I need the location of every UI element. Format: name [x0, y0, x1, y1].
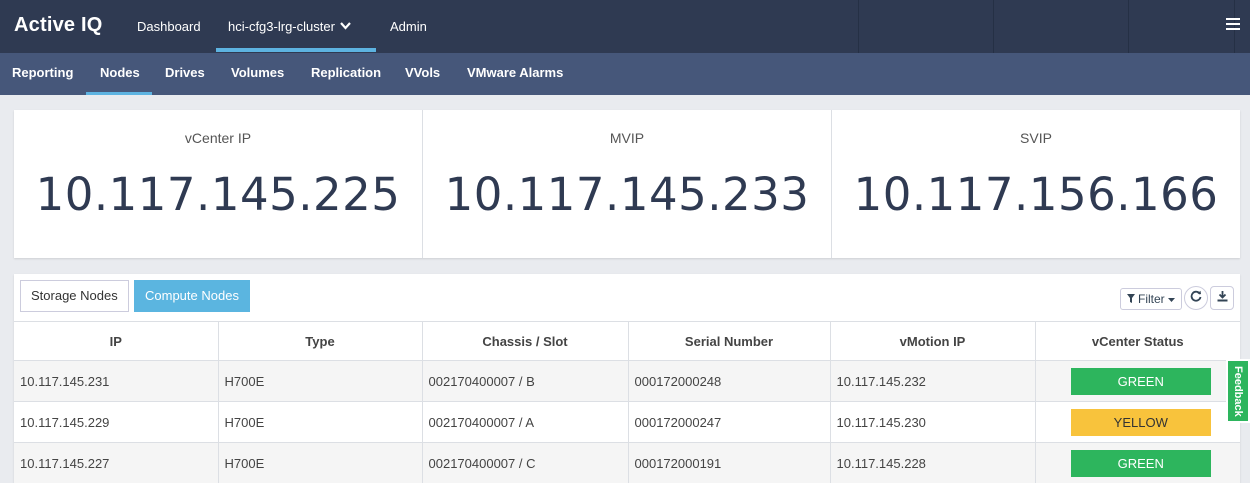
cell-vcenter-status: GREEN [1034, 360, 1240, 402]
column-header-vmotion-ip[interactable]: vMotion IP [829, 321, 1035, 361]
storage-nodes-tab[interactable]: Storage Nodes [20, 280, 129, 312]
nav-admin[interactable]: Admin [390, 0, 427, 53]
ip-label: SVIP [1020, 130, 1052, 146]
ip-label: MVIP [609, 130, 645, 146]
column-header-serial-number[interactable]: Serial Number [627, 321, 830, 361]
sub-nav: Reporting Nodes Drives Volumes Replicati… [0, 53, 1250, 95]
table-header-row: IP Type Chassis / Slot Serial Number vMo… [14, 321, 1240, 361]
column-header-chassis-slot[interactable]: Chassis / Slot [421, 321, 628, 361]
status-badge: GREEN [1070, 367, 1211, 395]
ip-card-mvip: MVIP 10.117.145.233 [423, 110, 832, 258]
compute-nodes-table: IP Type Chassis / Slot Serial Number vMo… [14, 321, 1240, 483]
filter-button[interactable]: Filter [1119, 288, 1182, 310]
ip-label: vCenter IP [184, 130, 252, 146]
ip-summary-panel: vCenter IP 10.117.145.225 MVIP 10.117.14… [14, 110, 1240, 258]
cell-vmotion-ip: 10.117.145.232 [829, 360, 1035, 402]
cell-vmotion-ip: 10.117.145.228 [829, 442, 1035, 483]
cell-vmotion-ip: 10.117.145.230 [829, 401, 1035, 443]
caret-down-icon [1168, 292, 1175, 306]
status-badge: GREEN [1070, 449, 1211, 477]
download-button[interactable] [1210, 286, 1234, 310]
cell-serial-number: 000172000247 [627, 401, 830, 443]
nav-dashboard[interactable]: Dashboard [137, 0, 201, 53]
app-title[interactable]: Active IQ [14, 14, 103, 37]
cluster-selector[interactable]: hci-cfg3-lrg-cluster [216, 0, 376, 53]
topbar-divider [1128, 0, 1129, 53]
table-row[interactable]: 10.117.145.231 H700E 002170400007 / B 00… [14, 360, 1240, 402]
table-row[interactable]: 10.117.145.229 H700E 002170400007 / A 00… [14, 401, 1240, 443]
cell-vcenter-status: YELLOW [1034, 401, 1240, 443]
ip-value: 10.117.145.233 [444, 168, 810, 221]
feedback-tab[interactable]: Feedback [1226, 359, 1250, 423]
tab-reporting[interactable]: Reporting [12, 53, 73, 95]
tab-nodes[interactable]: Nodes [86, 53, 152, 95]
tab-vvols[interactable]: VVols [405, 53, 440, 95]
cell-vcenter-status: GREEN [1034, 442, 1240, 483]
cell-ip: 10.117.145.229 [14, 401, 218, 443]
refresh-icon [1190, 290, 1202, 305]
filter-label: Filter [1137, 292, 1165, 306]
status-badge: YELLOW [1070, 408, 1211, 436]
cluster-active-indicator [216, 48, 376, 52]
column-header-type[interactable]: Type [217, 321, 422, 361]
column-header-vcenter-status[interactable]: vCenter Status [1034, 321, 1240, 361]
column-header-ip[interactable]: IP [14, 321, 218, 361]
download-icon [1217, 290, 1228, 305]
cell-type: H700E [217, 442, 422, 483]
refresh-button[interactable] [1184, 286, 1208, 310]
tab-vmware-alarms[interactable]: VMware Alarms [467, 53, 563, 95]
ip-value: 10.117.156.166 [853, 168, 1219, 221]
top-bar: Active IQ Dashboard hci-cfg3-lrg-cluster… [0, 0, 1250, 53]
ip-card-vcenter: vCenter IP 10.117.145.225 [14, 110, 423, 258]
cell-chassis-slot: 002170400007 / B [421, 360, 628, 402]
nodes-table-panel: Storage Nodes Compute Nodes Filter IP Ty… [14, 274, 1240, 483]
tab-volumes[interactable]: Volumes [231, 53, 284, 95]
cell-chassis-slot: 002170400007 / A [421, 401, 628, 443]
cell-ip: 10.117.145.231 [14, 360, 218, 402]
hamburger-icon[interactable] [1226, 18, 1240, 30]
cluster-name: hci-cfg3-lrg-cluster [228, 19, 335, 34]
cell-chassis-slot: 002170400007 / C [421, 442, 628, 483]
filter-icon [1126, 292, 1138, 306]
tab-drives[interactable]: Drives [165, 53, 205, 95]
cell-ip: 10.117.145.227 [14, 442, 218, 483]
cell-type: H700E [217, 360, 422, 402]
chevron-down-icon [340, 21, 351, 33]
ip-card-svip: SVIP 10.117.156.166 [832, 110, 1240, 258]
cell-type: H700E [217, 401, 422, 443]
tab-replication[interactable]: Replication [311, 53, 381, 95]
compute-nodes-tab[interactable]: Compute Nodes [134, 280, 250, 312]
ip-value: 10.117.145.225 [35, 168, 401, 221]
cell-serial-number: 000172000248 [627, 360, 830, 402]
cell-serial-number: 000172000191 [627, 442, 830, 483]
topbar-divider [858, 0, 859, 53]
table-row[interactable]: 10.117.145.227 H700E 002170400007 / C 00… [14, 442, 1240, 483]
topbar-divider [993, 0, 994, 53]
